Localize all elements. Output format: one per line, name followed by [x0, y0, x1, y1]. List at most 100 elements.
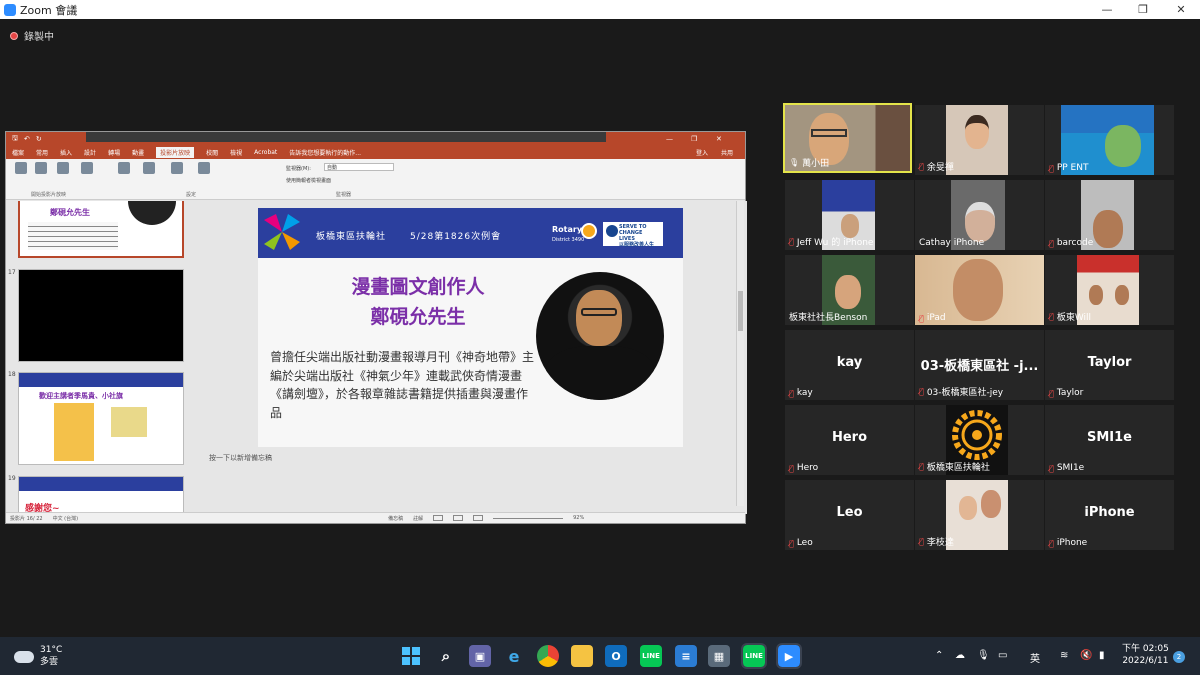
display-icon[interactable]: ▭: [998, 650, 1007, 661]
participant-tile-11[interactable]: Taylor 🎙̸ Taylor: [1045, 330, 1174, 400]
volume-muted-icon[interactable]: 🔇: [1080, 650, 1092, 661]
tab-animations[interactable]: 動畫: [132, 148, 144, 157]
participant-display-name: kay: [836, 355, 863, 370]
participant-display-name: Taylor: [1087, 355, 1132, 370]
participant-tile-5[interactable]: 🎙̸ barcode: [1045, 180, 1174, 250]
tab-design[interactable]: 設計: [84, 148, 96, 157]
scrollbar-thumb[interactable]: [738, 291, 743, 331]
line-app-active-icon[interactable]: LINE: [741, 643, 767, 669]
taskbar-clock[interactable]: 下午 02:05 2022/6/11: [1122, 643, 1169, 667]
comments-toggle[interactable]: 註解: [413, 515, 423, 522]
sorter-view-icon[interactable]: [453, 515, 464, 521]
calculator-icon[interactable]: ▦: [708, 645, 730, 667]
participant-tile-13[interactable]: 🎙̸ 板橋東區扶輪社: [915, 405, 1044, 475]
hide-slide-button[interactable]: [136, 162, 162, 190]
participant-tile-8[interactable]: 🎙̸ 板東Will: [1045, 255, 1174, 325]
ppt-signin[interactable]: 登入: [696, 148, 708, 157]
zoom-slider[interactable]: [493, 517, 564, 519]
outlook-icon[interactable]: O: [605, 645, 627, 667]
onedrive-icon[interactable]: ☁: [955, 650, 965, 661]
notepad-icon[interactable]: ≡: [675, 645, 697, 667]
participant-name: Cathay iPhone: [919, 238, 985, 248]
tab-insert[interactable]: 插入: [60, 148, 72, 157]
weather-widget[interactable]: 31°C 多雲: [14, 645, 62, 668]
search-icon[interactable]: ⌕: [435, 645, 457, 667]
start-icon[interactable]: [400, 645, 422, 667]
participant-tile-6[interactable]: 板東社社長Benson: [785, 255, 914, 325]
tab-slideshow[interactable]: 投影片放映: [156, 147, 195, 158]
show-hidden-icons[interactable]: ⌃: [935, 650, 943, 661]
microphone-icon[interactable]: 🎙: [977, 650, 990, 661]
normal-view-icon[interactable]: [433, 515, 444, 521]
thumbnail-slide-18[interactable]: 歡迎主講者季馬貴、小社旗: [18, 372, 184, 465]
slide-editor-area[interactable]: 板橋東區扶輪社 5/28第1826次例會 Rotary District 349…: [201, 201, 747, 514]
thumbnail-slide-17[interactable]: [18, 269, 184, 362]
battery-icon[interactable]: ▮: [1099, 650, 1105, 661]
ppt-close-icon[interactable]: ✕: [716, 135, 722, 143]
speaker-notes[interactable]: 按一下以新增備忘稿: [209, 453, 272, 463]
close-button[interactable]: ✕: [1162, 0, 1200, 19]
presenter-view-checkbox[interactable]: 使用簡報者檢視畫面: [286, 177, 331, 184]
mic-muted-icon: 🎙̸: [1049, 163, 1054, 173]
current-slide[interactable]: 板橋東區扶輪社 5/28第1826次例會 Rotary District 349…: [258, 208, 683, 447]
rehearse-timings-button[interactable]: [164, 162, 190, 190]
minimize-button[interactable]: —: [1088, 0, 1126, 19]
ppt-share[interactable]: 共用: [721, 148, 733, 157]
setup-slideshow-button[interactable]: [111, 162, 137, 190]
participant-tile-0[interactable]: 🎙 萬小田: [783, 103, 912, 173]
notification-badge[interactable]: 2: [1173, 651, 1185, 663]
participant-tile-10[interactable]: 03-板橋東區社 -j... 🎙̸ 03-板橋東區社-jey: [915, 330, 1044, 400]
participant-tile-7[interactable]: 🎙̸ iPad: [915, 255, 1044, 325]
ime-indicator[interactable]: 英: [1030, 650, 1040, 665]
tab-view[interactable]: 檢視: [230, 148, 242, 157]
participant-tile-16[interactable]: 🎙̸ 李枝達: [915, 480, 1044, 550]
participant-display-name: Leo: [836, 505, 863, 520]
ppt-restore-icon[interactable]: ❐: [691, 135, 697, 143]
participant-tile-12[interactable]: Hero 🎙̸ Hero: [785, 405, 914, 475]
tab-home[interactable]: 常用: [36, 148, 48, 157]
save-icon[interactable]: 🖫: [12, 134, 18, 145]
participant-tile-17[interactable]: iPhone 🎙̸ iPhone: [1045, 480, 1174, 550]
edge-browser-icon[interactable]: e: [503, 645, 525, 667]
wifi-icon[interactable]: ≋: [1060, 650, 1068, 661]
zoom-level[interactable]: 92%: [573, 515, 584, 521]
present-online-button[interactable]: [50, 162, 76, 190]
participant-tile-9[interactable]: kay 🎙̸ kay: [785, 330, 914, 400]
ppt-minimize-icon[interactable]: —: [666, 135, 673, 143]
slide-thumbnail-pane[interactable]: 鄭硯允先生 17 18 歡迎主講者季馬貴、小社旗 19 感謝您~: [6, 201, 194, 514]
tell-me-search[interactable]: 告訴我您想要執行的動作...: [289, 148, 361, 157]
redo-icon[interactable]: ↻: [36, 135, 42, 143]
reading-view-icon[interactable]: [473, 515, 484, 521]
tab-review[interactable]: 校閱: [206, 148, 218, 157]
slide-district: District 3490: [552, 237, 585, 243]
maximize-button[interactable]: ❐: [1124, 0, 1162, 19]
shared-screen-powerpoint[interactable]: 🖫 ↶ ↻ — ❐ ✕ 檔案 常用 插入 設計 轉場 動畫 投影片放映 校閱 檢…: [5, 131, 747, 524]
participant-tile-14[interactable]: SMI1e 🎙̸ SMI1e: [1045, 405, 1174, 475]
monitor-select[interactable]: 自動: [324, 163, 394, 171]
participant-display-name: iPhone: [1084, 505, 1135, 520]
recording-indicator[interactable]: 錄製中: [10, 28, 54, 43]
chrome-browser-icon[interactable]: [537, 645, 559, 667]
tab-transitions[interactable]: 轉場: [108, 148, 120, 157]
window-titlebar: Zoom 會議: [0, 0, 1200, 19]
thumbnail-slide-19[interactable]: 感謝您~: [18, 476, 184, 514]
undo-icon[interactable]: ↶: [24, 135, 30, 143]
notes-toggle[interactable]: 備忘稿: [388, 515, 403, 522]
participant-tile-2[interactable]: 🎙̸ PP ENT: [1045, 105, 1174, 175]
slide-scrollbar[interactable]: [736, 201, 744, 506]
participant-tile-4[interactable]: Cathay iPhone: [915, 180, 1044, 250]
file-explorer-icon[interactable]: [571, 645, 593, 667]
participant-tile-15[interactable]: Leo 🎙̸ Leo: [785, 480, 914, 550]
record-slideshow-button[interactable]: [191, 162, 217, 190]
mic-muted-icon: 🎙̸: [919, 387, 924, 396]
thumbnail-slide-16[interactable]: 鄭硯允先生: [18, 201, 184, 258]
line-app-icon[interactable]: LINE: [640, 645, 662, 667]
participant-tile-3[interactable]: 🎙̸ Jeff Wu 的 iPhone: [785, 180, 914, 250]
tab-file[interactable]: 檔案: [12, 148, 24, 157]
participant-tile-1[interactable]: 🎙̸ 余旻禪: [915, 105, 1044, 175]
teams-chat-icon[interactable]: ▣: [469, 645, 491, 667]
zoom-app-icon[interactable]: ▶: [776, 643, 802, 669]
tab-acrobat[interactable]: Acrobat: [254, 149, 277, 156]
custom-slideshow-button[interactable]: [74, 162, 100, 190]
slide-title-1: 漫畫圖文創作人: [351, 276, 485, 298]
